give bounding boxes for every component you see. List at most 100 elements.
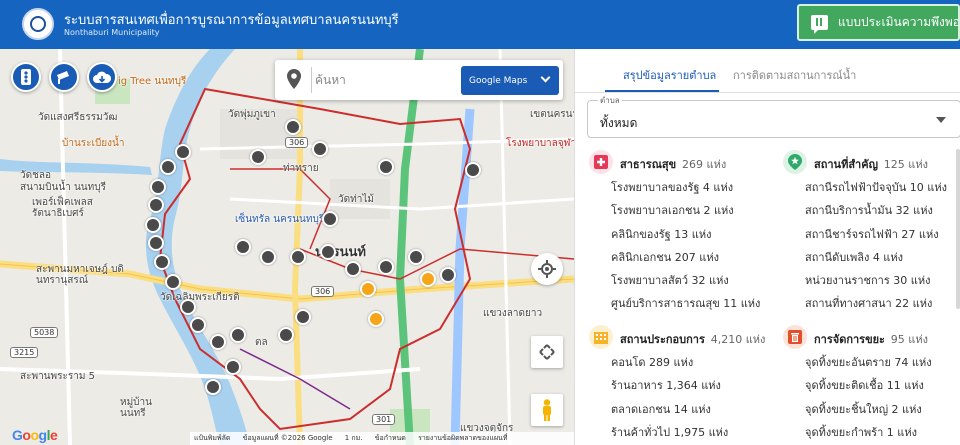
app-title: ระบบสารสนเทศเพื่อการบูรณาการข้อมูลเทศบาล…: [64, 13, 399, 28]
satisfaction-survey-button[interactable]: แบบประเมินความพึงพอใจ: [797, 4, 960, 41]
active-tab-indicator: [605, 90, 719, 92]
map-label-wat-tha: วัดท่าไม้: [338, 194, 374, 205]
list-item[interactable]: ศูนย์บริการสาธารณสุข 11 แห่ง: [611, 292, 781, 315]
list-item[interactable]: สถานีบริการน้ำมัน 32 แห่ง: [805, 199, 960, 222]
map-canvas[interactable]: ig Tree นนทบุรี วัดแสงศรีธรรมวัฒ บ้านระเ…: [0, 49, 574, 445]
cctv-marker[interactable]: [378, 259, 394, 275]
list-item[interactable]: โรงพยาบาลเอกชน 2 แห่ง: [611, 199, 781, 222]
cctv-marker[interactable]: [150, 179, 166, 195]
street-view-pegman[interactable]: [531, 394, 563, 426]
cctv-marker[interactable]: [290, 249, 306, 265]
cctv-layer-button[interactable]: [49, 62, 79, 92]
list-item[interactable]: สถานีชาร์จรถไฟฟ้า 27 แห่ง: [805, 223, 960, 246]
category-header[interactable]: สถานประกอบการ 4,210 แห่ง: [589, 325, 769, 349]
map-label-khet-nakhon: เขตนครนนทบุรี: [530, 109, 574, 120]
tab-district-summary[interactable]: สรุปข้อมูลรายตำบล: [623, 66, 716, 84]
cctv-marker[interactable]: [285, 119, 301, 135]
keyboard-shortcuts-link[interactable]: แป้นพิมพ์ลัด: [194, 434, 230, 442]
category-header[interactable]: สถานที่สำคัญ 125 แห่ง: [783, 150, 960, 174]
cctv-marker[interactable]: [148, 235, 164, 251]
map-base: [0, 49, 574, 445]
report-error-link[interactable]: รายงานข้อผิดพลาดของแผนที่: [418, 434, 507, 442]
map-label-wat-chaloem: วัดเฉลิมพระเกียรติ: [160, 292, 240, 303]
cctv-marker[interactable]: [295, 309, 311, 325]
panel-scrollbar[interactable]: [956, 149, 960, 309]
category-header[interactable]: สาธารณสุข 269 แห่ง: [589, 150, 769, 174]
list-item[interactable]: โรงพยาบาลสัตว์ 32 แห่ง: [611, 269, 781, 292]
category-header[interactable]: การจัดการขยะ 95 แห่ง: [783, 325, 960, 349]
cctv-marker[interactable]: [230, 327, 246, 343]
cctv-marker[interactable]: [378, 159, 394, 175]
route-shield: 301: [372, 414, 396, 425]
category-title: สถานประกอบการ: [620, 333, 705, 346]
list-item[interactable]: หน่วยงานราชการ 30 แห่ง: [805, 269, 960, 292]
list-item[interactable]: สถานที่ทางศาสนา 22 แห่ง: [805, 292, 960, 315]
cctv-marker[interactable]: [145, 217, 161, 233]
incident-marker[interactable]: [420, 271, 436, 287]
cctv-marker[interactable]: [225, 359, 241, 375]
cctv-marker[interactable]: [154, 254, 170, 270]
cctv-marker[interactable]: [312, 141, 328, 157]
cloud-download-button[interactable]: [87, 62, 117, 92]
list-item[interactable]: โรงพยาบาลของรัฐ 4 แห่ง: [611, 176, 781, 199]
route-shield: 3215: [10, 347, 39, 358]
category-count: 95 แห่ง: [890, 333, 929, 346]
tab-water-monitoring[interactable]: การติดตามสถานการณ์น้ำ: [733, 66, 856, 84]
map-footer: Google แป้นพิมพ์ลัด ข้อมูลแผนที่ ©2026 G…: [0, 427, 574, 445]
cctv-marker[interactable]: [322, 211, 338, 227]
list-item[interactable]: จุดทิ้งขยะอันตราย 74 แห่ง: [805, 351, 960, 374]
list-item[interactable]: คอนโด 289 แห่ง: [611, 351, 781, 374]
cctv-marker[interactable]: [165, 274, 181, 290]
cctv-marker[interactable]: [465, 162, 481, 178]
cctv-marker[interactable]: [320, 244, 336, 260]
cctv-marker[interactable]: [260, 249, 276, 265]
list-item[interactable]: สถานีดับเพลิง 4 แห่ง: [805, 246, 960, 269]
pegman-icon: [543, 399, 551, 421]
map-scale[interactable]: 1 กม.: [345, 434, 363, 442]
cctv-marker[interactable]: [205, 379, 221, 395]
map-label-tha-sai: ท่าทราย: [283, 163, 319, 174]
cctv-marker[interactable]: [250, 149, 266, 165]
map-search-input[interactable]: [315, 68, 455, 92]
district-select-label: ตำบล: [598, 94, 622, 107]
cctv-marker[interactable]: [235, 239, 251, 255]
cctv-marker[interactable]: [180, 299, 196, 315]
cctv-marker[interactable]: [160, 159, 176, 175]
list-item[interactable]: ร้านอาหาร 1,364 แห่ง: [611, 374, 781, 397]
app-header: ระบบสารสนเทศเพื่อการบูรณาการข้อมูลเทศบาล…: [0, 0, 960, 49]
my-location-button[interactable]: [531, 253, 563, 285]
panel-tabs: สรุปข้อมูลรายตำบล การติดตามสถานการณ์น้ำ: [575, 49, 960, 93]
cctv-marker[interactable]: [278, 327, 294, 343]
medical-cross-icon: [589, 150, 613, 174]
list-item[interactable]: จุดทิ้งขยะกำพร้า 1 แห่ง: [805, 421, 960, 444]
list-item[interactable]: คลินิกเอกชน 207 แห่ง: [611, 246, 781, 269]
incident-marker[interactable]: [360, 281, 376, 297]
list-item[interactable]: ร้านค้าทั่วไป 1,975 แห่ง: [611, 421, 781, 444]
cctv-marker[interactable]: [345, 261, 361, 277]
traffic-light-button[interactable]: [11, 62, 41, 92]
cctv-marker[interactable]: [190, 317, 206, 333]
list-item[interactable]: คลินิกของรัฐ 13 แห่ง: [611, 223, 781, 246]
category-count: 269 แห่ง: [681, 158, 727, 171]
map-type-dropdown[interactable]: Google Maps: [461, 66, 559, 95]
map-label-wat-phum: วัดพุ่มภูเขา: [228, 109, 276, 120]
district-select-value: ทั้งหมด: [600, 116, 638, 130]
fullscreen-button[interactable]: [531, 336, 563, 368]
cctv-marker[interactable]: [148, 197, 164, 213]
district-select[interactable]: ตำบล ทั้งหมด: [587, 94, 960, 138]
map-label-hospital: โรงพยาบาลจุฬาภ: [506, 138, 574, 149]
cctv-marker[interactable]: [175, 144, 191, 160]
cctv-marker[interactable]: [440, 267, 456, 283]
fullscreen-icon: [539, 344, 555, 360]
list-item[interactable]: จุดทิ้งขยะติดเชื้อ 11 แห่ง: [805, 374, 960, 397]
cctv-marker[interactable]: [210, 334, 226, 350]
list-item[interactable]: ตลาดเอกชน 14 แห่ง: [611, 398, 781, 421]
map-label-moo-ban: หมู่บ้าน นนทรี: [120, 397, 152, 419]
list-item[interactable]: จุดทิ้งขยะชิ้นใหญ่ 2 แห่ง: [805, 398, 960, 421]
cctv-marker[interactable]: [408, 249, 424, 265]
terms-link[interactable]: ข้อกำหนด: [375, 434, 406, 442]
map-label-wat-sangsi: วัดแสงศรีธรรมวัฒ: [38, 112, 118, 123]
incident-marker[interactable]: [368, 311, 384, 327]
list-item[interactable]: สถานีรถไฟฟ้าปัจจุบัน 10 แห่ง: [805, 176, 960, 199]
cloud-download-icon: [93, 71, 111, 83]
